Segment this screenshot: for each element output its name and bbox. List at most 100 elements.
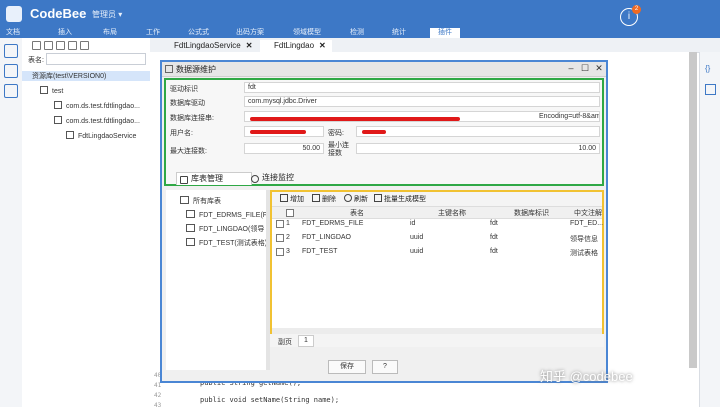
- password-label: 密码:: [328, 130, 344, 137]
- folder-icon: [180, 196, 189, 204]
- button-label: 批量生成模型: [384, 196, 426, 203]
- datasource-form: 驱动标识 fdt 数据库驱动 com.mysql.jdbc.Driver 数据库…: [164, 78, 604, 186]
- username-label: 用户名:: [170, 130, 193, 137]
- tables-tree-root[interactable]: 所有库表: [180, 196, 221, 206]
- tab-label: 库表管理: [191, 174, 223, 183]
- id-field[interactable]: fdt: [244, 82, 600, 93]
- driver-field[interactable]: com.mysql.jdbc.Driver: [244, 96, 600, 107]
- tab-fdtlingdao[interactable]: FdtLingdao ✕: [260, 40, 332, 52]
- share-icon[interactable]: [4, 64, 18, 78]
- repository-tree-panel: 表名: 资源库(test\VERSION0) test com.ds.test.…: [22, 38, 151, 407]
- grid-pager: 副页 1: [270, 334, 604, 347]
- cell-comment: 测试表格: [570, 250, 598, 257]
- add-button[interactable]: 增加: [280, 194, 304, 204]
- tree-search-label: 表名:: [28, 57, 44, 64]
- dialog-subtabs: 库表管理 连接监控: [168, 172, 602, 185]
- row-checkbox[interactable]: [276, 220, 284, 228]
- help-button[interactable]: ?: [372, 360, 398, 374]
- tables-tree-item[interactable]: FDT_EDRMS_FILE(FC: [186, 210, 272, 219]
- cloud-icon[interactable]: [80, 41, 89, 50]
- button-label: 增加: [290, 196, 304, 203]
- tab-table-management[interactable]: 库表管理: [176, 172, 252, 185]
- id-label: 驱动标识: [170, 86, 198, 93]
- row-number: 2: [286, 234, 290, 241]
- package-icon: [54, 116, 62, 124]
- panel-icon[interactable]: [705, 84, 716, 95]
- clock-icon: [251, 175, 259, 183]
- tree-node-service[interactable]: FdtLingdaoService: [66, 131, 136, 140]
- url-value: Encoding=utf-8&am...: [539, 113, 600, 120]
- tables-tree-item[interactable]: FDT_LINGDAO(领导: [186, 224, 264, 234]
- menu-item[interactable]: 出码方案: [236, 28, 264, 38]
- menu-item[interactable]: 检测: [350, 28, 364, 38]
- maximize-icon[interactable]: ☐: [580, 63, 590, 74]
- refresh-icon[interactable]: [32, 41, 41, 50]
- tree-node-repository[interactable]: 资源库(test\VERSION0): [22, 71, 150, 81]
- folder-icon[interactable]: [44, 41, 53, 50]
- delete-button[interactable]: 删除: [312, 194, 336, 204]
- menu-item[interactable]: 文档: [6, 28, 20, 38]
- redaction-mark: [250, 130, 306, 134]
- menu-item[interactable]: 公式式: [188, 28, 209, 38]
- menu-item[interactable]: 插入: [58, 28, 72, 38]
- table-icon: [180, 176, 188, 184]
- menu-item[interactable]: 统计: [392, 28, 406, 38]
- tree-search-input[interactable]: [46, 53, 146, 65]
- editor-tabs: FdtLingdaoService ✕ FdtLingdao ✕: [150, 38, 720, 53]
- cell-table-name: FDT_TEST: [302, 248, 338, 255]
- tab-connection-monitor[interactable]: 连接监控: [248, 172, 322, 184]
- cell-primary-key: uuid: [410, 234, 424, 241]
- tree-node-package[interactable]: com.ds.test.fdtlingdao...: [54, 101, 140, 110]
- tab-label: FdtLingdaoService: [174, 41, 241, 50]
- tree-node-label: FDT_TEST(测试表格): [199, 240, 268, 247]
- add-icon: [280, 194, 288, 202]
- select-all-checkbox[interactable]: [286, 209, 294, 217]
- row-checkbox[interactable]: [276, 234, 284, 242]
- refresh-icon: [344, 194, 352, 202]
- tab-fdtlingdaoservice[interactable]: FdtLingdaoService ✕: [160, 40, 252, 52]
- edit-icon[interactable]: [56, 41, 65, 50]
- dialog-icon: [165, 65, 173, 73]
- right-toolbar: {}: [699, 52, 720, 407]
- save-button[interactable]: 保存: [328, 360, 366, 374]
- menu-item-plugin[interactable]: 插件: [430, 28, 460, 38]
- database-icon[interactable]: [4, 44, 18, 58]
- code-braces-icon[interactable]: {}: [705, 64, 710, 73]
- row-checkbox[interactable]: [276, 248, 284, 256]
- menu-item[interactable]: 领域模型: [293, 28, 321, 38]
- close-icon[interactable]: ✕: [594, 63, 604, 74]
- datasource-dialog: 数据源维护 – ☐ ✕ 驱动标识 fdt 数据库驱动 com.mysql.jdb…: [160, 60, 608, 383]
- cell-comment: FDT_ED...: [570, 220, 604, 227]
- menu-bar: 文档 插入 布局 工作 公式式 出码方案 领域模型 检测 统计 插件: [0, 28, 720, 38]
- close-icon[interactable]: ✕: [319, 41, 326, 50]
- menu-item[interactable]: 布局: [103, 28, 117, 38]
- user-menu[interactable]: 管理员 ▾: [92, 9, 122, 20]
- max-connections-field[interactable]: 50.00: [244, 143, 324, 154]
- refresh-button[interactable]: 刷新: [344, 194, 368, 204]
- tree-toolbar: [22, 38, 150, 52]
- minimize-icon[interactable]: –: [566, 63, 576, 73]
- table-row[interactable]: 2 FDT_LINGDAO uuid fdt 领导信息: [272, 231, 602, 245]
- password-field[interactable]: [356, 126, 600, 137]
- tree-node-test[interactable]: test: [40, 86, 63, 95]
- table-row[interactable]: 3 FDT_TEST uuid fdt 测试表格: [272, 245, 602, 259]
- window-icon[interactable]: [4, 84, 18, 98]
- pager-label: 副页: [278, 339, 292, 346]
- batch-generate-button[interactable]: 批量生成模型: [374, 194, 426, 204]
- table-row[interactable]: 1 FDT_EDRMS_FILE id fdt FDT_ED...: [272, 217, 604, 231]
- menu-item[interactable]: 工作: [146, 28, 160, 38]
- notification-badge: 2: [632, 5, 641, 14]
- editor-scrollbar[interactable]: [689, 52, 697, 368]
- cell-table-name: FDT_EDRMS_FILE: [302, 220, 364, 227]
- tree-node-package[interactable]: com.ds.test.fdtlingdao...: [54, 116, 140, 125]
- add-icon[interactable]: [68, 41, 77, 50]
- tables-tree-item[interactable]: FDT_TEST(测试表格): [186, 238, 267, 248]
- grid-toolbar: 增加 删除 刷新 批量生成模型: [272, 192, 602, 206]
- table-icon: [186, 210, 195, 218]
- dialog-titlebar[interactable]: 数据源维护 – ☐ ✕: [162, 62, 606, 77]
- min-connections-field[interactable]: 10.00: [356, 143, 600, 154]
- redaction-mark: [250, 117, 460, 121]
- page-number-input[interactable]: 1: [298, 335, 314, 347]
- close-icon[interactable]: ✕: [246, 41, 253, 50]
- min-connections-label: 最小连接数: [328, 142, 349, 157]
